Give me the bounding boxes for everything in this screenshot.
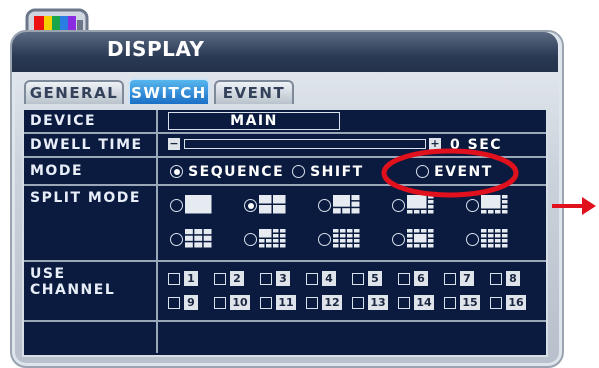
checkbox-box[interactable] xyxy=(444,272,456,285)
channel-9-checkbox[interactable]: 9 xyxy=(168,292,198,311)
split-layout-icon xyxy=(333,229,360,248)
mode-sequence-radio[interactable] xyxy=(170,165,183,178)
split-mode-radio[interactable] xyxy=(318,233,331,246)
checkbox-box[interactable] xyxy=(214,296,226,309)
channel-5-checkbox[interactable]: 5 xyxy=(352,268,382,287)
split-mode-radio[interactable] xyxy=(244,233,257,246)
split-mode-label: SPLIT MODE xyxy=(24,186,158,260)
checkbox-box[interactable] xyxy=(444,296,456,309)
checkbox-box[interactable] xyxy=(352,296,364,309)
channel-11-checkbox[interactable]: 11 xyxy=(260,292,296,311)
split-layout-icon xyxy=(259,229,286,248)
split-layout-icon xyxy=(407,229,434,248)
split-layout-icon xyxy=(185,229,212,248)
split-mode-option-split-9b[interactable] xyxy=(170,228,212,250)
checkbox-box[interactable] xyxy=(490,296,502,309)
pointer-arrow-icon xyxy=(552,197,596,215)
use-channel-label: USE CHANNEL xyxy=(24,262,158,320)
split-mode-radio[interactable] xyxy=(392,233,405,246)
split-mode-radio[interactable] xyxy=(170,199,183,212)
channel-number: 9 xyxy=(184,295,198,310)
channel-number: 16 xyxy=(506,295,526,310)
channel-14-checkbox[interactable]: 14 xyxy=(398,292,434,311)
channel-number: 14 xyxy=(414,295,434,310)
split-mode-option-split-1[interactable] xyxy=(170,194,212,216)
channel-15-checkbox[interactable]: 15 xyxy=(444,292,480,311)
channel-number: 4 xyxy=(322,271,336,286)
split-mode-radio[interactable] xyxy=(318,199,331,212)
channel-13-checkbox[interactable]: 13 xyxy=(352,292,388,311)
mode-label: MODE xyxy=(24,158,158,184)
mode-sequence-text: SEQUENCE xyxy=(188,164,285,180)
highlight-ellipse xyxy=(381,148,519,198)
channel-number: 12 xyxy=(322,295,342,310)
channel-number: 11 xyxy=(276,295,296,310)
tab-switch[interactable]: SWITCH xyxy=(128,78,210,104)
channel-10-checkbox[interactable]: 10 xyxy=(214,292,250,311)
channel-16-checkbox[interactable]: 16 xyxy=(490,292,526,311)
checkbox-box[interactable] xyxy=(260,272,272,285)
checkbox-box[interactable] xyxy=(168,296,180,309)
channel-7-checkbox[interactable]: 7 xyxy=(444,268,474,287)
checkbox-box[interactable] xyxy=(306,296,318,309)
split-layout-icon xyxy=(259,195,286,214)
title-bar xyxy=(12,32,558,72)
device-row: DEVICE MAIN xyxy=(24,110,546,134)
checkbox-box[interactable] xyxy=(306,272,318,285)
split-mode-option-split-16[interactable] xyxy=(466,228,508,250)
dwell-decrease-button[interactable]: − xyxy=(168,138,180,150)
window-title: DISPLAY xyxy=(107,37,205,61)
split-mode-option-split-4[interactable] xyxy=(244,194,286,216)
checkbox-box[interactable] xyxy=(260,296,272,309)
channel-number: 7 xyxy=(460,271,474,286)
channel-number: 3 xyxy=(276,271,290,286)
channel-number: 15 xyxy=(460,295,480,310)
split-mode-option-split-13[interactable] xyxy=(318,228,360,250)
checkbox-box[interactable] xyxy=(490,272,502,285)
checkbox-box[interactable] xyxy=(398,272,410,285)
checkbox-box[interactable] xyxy=(398,296,410,309)
channel-8-checkbox[interactable]: 8 xyxy=(490,268,520,287)
channel-4-checkbox[interactable]: 4 xyxy=(306,268,336,287)
settings-grid: DEVICE MAIN DWELL TIME − + 0 SEC MODE SE… xyxy=(22,108,548,357)
channel-number: 8 xyxy=(506,271,520,286)
split-layout-icon xyxy=(333,195,360,214)
split-mode-radio[interactable] xyxy=(244,199,257,212)
tab-event[interactable]: EVENT xyxy=(214,80,294,104)
channel-1-checkbox[interactable]: 1 xyxy=(168,268,198,287)
channel-number: 6 xyxy=(414,271,428,286)
split-mode-radio[interactable] xyxy=(466,233,479,246)
split-layout-icon xyxy=(481,229,508,248)
mode-shift-text: SHIFT xyxy=(310,164,364,180)
device-label: DEVICE xyxy=(24,110,158,132)
channel-3-checkbox[interactable]: 3 xyxy=(260,268,290,287)
split-mode-option-split-13b[interactable] xyxy=(392,228,434,250)
mode-sequence-option[interactable]: SEQUENCE xyxy=(170,158,284,185)
channel-2-checkbox[interactable]: 2 xyxy=(214,268,244,287)
split-mode-radio[interactable] xyxy=(466,199,479,212)
checkbox-box[interactable] xyxy=(214,272,226,285)
tab-general[interactable]: GENERAL xyxy=(24,80,124,104)
use-channel-row: USE CHANNEL 1 2 3 4 5 6 7 8 9 10 11 12 13 14 15 16 xyxy=(24,262,546,322)
channel-number: 10 xyxy=(230,295,250,310)
dwell-time-label: DWELL TIME xyxy=(24,134,158,156)
device-select[interactable]: MAIN xyxy=(168,112,340,130)
split-layout-icon xyxy=(185,195,212,214)
channel-6-checkbox[interactable]: 6 xyxy=(398,268,428,287)
channel-number: 13 xyxy=(368,295,388,310)
split-mode-option-split-10[interactable] xyxy=(244,228,286,250)
channel-number: 5 xyxy=(368,271,382,286)
split-mode-option-split-6[interactable] xyxy=(318,194,360,216)
channel-number: 2 xyxy=(230,271,244,286)
checkbox-box[interactable] xyxy=(168,272,180,285)
mode-shift-option[interactable]: SHIFT xyxy=(292,158,364,185)
empty-label xyxy=(24,322,158,353)
checkbox-box[interactable] xyxy=(352,272,364,285)
channel-12-checkbox[interactable]: 12 xyxy=(306,292,342,311)
mode-shift-radio[interactable] xyxy=(292,165,305,178)
split-mode-radio[interactable] xyxy=(170,233,183,246)
split-mode-radio[interactable] xyxy=(392,199,405,212)
channel-number: 1 xyxy=(184,271,198,286)
empty-row xyxy=(24,322,546,353)
